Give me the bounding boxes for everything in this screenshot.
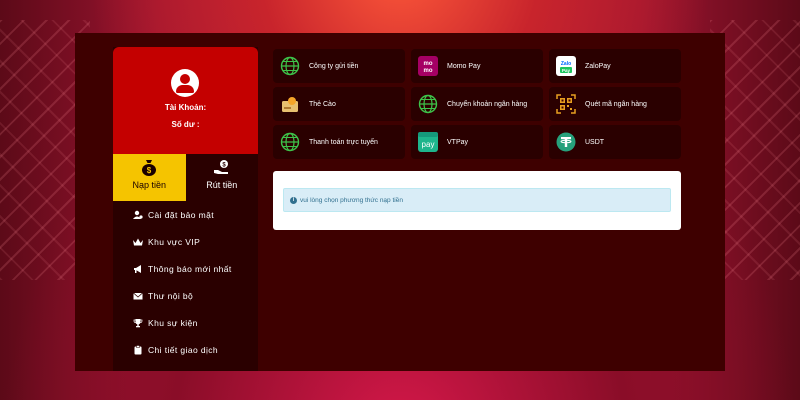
menu-item-latest-news[interactable]: Thông báo mới nhất: [113, 255, 258, 282]
menu-item-inbox[interactable]: Thư nội bộ: [113, 282, 258, 309]
payment-label: USDT: [585, 138, 605, 146]
payment-label: Momo Pay: [447, 62, 481, 70]
svg-text:$: $: [147, 166, 152, 175]
payment-label: Thẻ Cào: [309, 100, 336, 108]
qr-code-icon: [556, 94, 576, 114]
money-bag-icon: $: [142, 160, 157, 176]
menu-item-transaction-details[interactable]: Chi tiết giao dịch: [113, 336, 258, 363]
svg-text:mo: mo: [424, 68, 433, 74]
tab-withdraw[interactable]: $ Rút tiền: [185, 154, 258, 201]
tab-bar: $ Nạp tiền $ Rút tiền: [113, 154, 258, 201]
account-label: Tài Khoản:: [164, 103, 207, 112]
info-alert: i vui lòng chọn phương thức nạp tiền: [283, 188, 671, 212]
envelope-icon: [133, 291, 143, 301]
alert-text: vui lòng chọn phương thức nạp tiền: [300, 196, 403, 204]
menu-item-label: Cài đặt bảo mật: [148, 209, 215, 220]
payment-label: Chuyển khoản ngân hàng: [447, 100, 528, 108]
crown-icon: [133, 237, 143, 247]
hand-money-icon: $: [213, 160, 228, 174]
momo-icon: mo mo: [418, 56, 438, 76]
payment-bank-transfer[interactable]: Chuyển khoản ngân hàng: [411, 87, 543, 121]
payment-scratch-card[interactable]: Thẻ Cào: [273, 87, 405, 121]
menu-item-vip-area[interactable]: Khu vực VIP: [113, 228, 258, 255]
svg-text:Zalo: Zalo: [561, 61, 571, 67]
tab-deposit-label: Nạp tiền: [132, 180, 167, 190]
tab-deposit[interactable]: $ Nạp tiền: [113, 154, 186, 201]
payment-label: VTPay: [447, 138, 469, 146]
globe-icon: [280, 56, 300, 76]
menu-item-label: Khu vực VIP: [148, 236, 201, 247]
vtpay-icon: pay: [418, 132, 438, 152]
menu-item-label: Thông báo mới nhất: [148, 263, 232, 274]
payment-label: ZaloPay: [585, 62, 611, 70]
svg-text:mo: mo: [424, 61, 433, 67]
payment-momo-pay[interactable]: mo mo Momo Pay: [411, 49, 543, 83]
svg-text:pay: pay: [422, 140, 435, 149]
user-avatar-icon: [171, 69, 199, 97]
menu-item-label: Khu sự kiện: [148, 317, 198, 328]
trophy-icon: [133, 318, 143, 328]
usdt-icon: [556, 132, 576, 152]
menu-item-events[interactable]: Khu sự kiện: [113, 309, 258, 336]
menu-item-security-settings[interactable]: Cài đặt bảo mật: [113, 201, 258, 228]
deposit-content-box: i vui lòng chọn phương thức nạp tiền: [273, 171, 681, 230]
payment-label: Thanh toán trực tuyến: [309, 138, 378, 146]
zalopay-icon: Zalo Pay: [556, 56, 576, 76]
payment-label: Công ty gửi tiền: [309, 62, 359, 70]
payment-zalopay[interactable]: Zalo Pay ZaloPay: [549, 49, 681, 83]
sidebar-menu: Cài đặt bảo mật Khu vực VIP Thông báo mớ…: [113, 201, 258, 363]
payment-label: Quét mã ngân hàng: [585, 100, 647, 108]
menu-item-label: Chi tiết giao dịch: [148, 344, 219, 355]
payment-online[interactable]: Thanh toán trực tuyến: [273, 125, 405, 159]
tab-withdraw-label: Rút tiền: [206, 180, 238, 190]
menu-item-label: Thư nội bộ: [148, 290, 194, 301]
payment-vtpay[interactable]: pay VTPay: [411, 125, 543, 159]
user-gear-icon: [133, 210, 143, 220]
globe-icon: [280, 132, 300, 152]
svg-text:Pay: Pay: [562, 68, 571, 73]
payment-company-deposit[interactable]: Công ty gửi tiền: [273, 49, 405, 83]
clipboard-icon: [133, 344, 143, 355]
payment-usdt[interactable]: USDT: [549, 125, 681, 159]
sidebar: Tài Khoản: Số dư : $ Nạp tiền $ Rút tiền: [113, 47, 258, 371]
payment-bank-qr-scan[interactable]: Quét mã ngân hàng: [549, 87, 681, 121]
megaphone-icon: [133, 264, 143, 274]
balance-label: Số dư :: [171, 120, 200, 129]
globe-icon: [418, 94, 438, 114]
scratch-card-icon: [280, 94, 300, 114]
profile-card: Tài Khoản: Số dư :: [113, 47, 258, 154]
info-icon: i: [290, 196, 297, 204]
